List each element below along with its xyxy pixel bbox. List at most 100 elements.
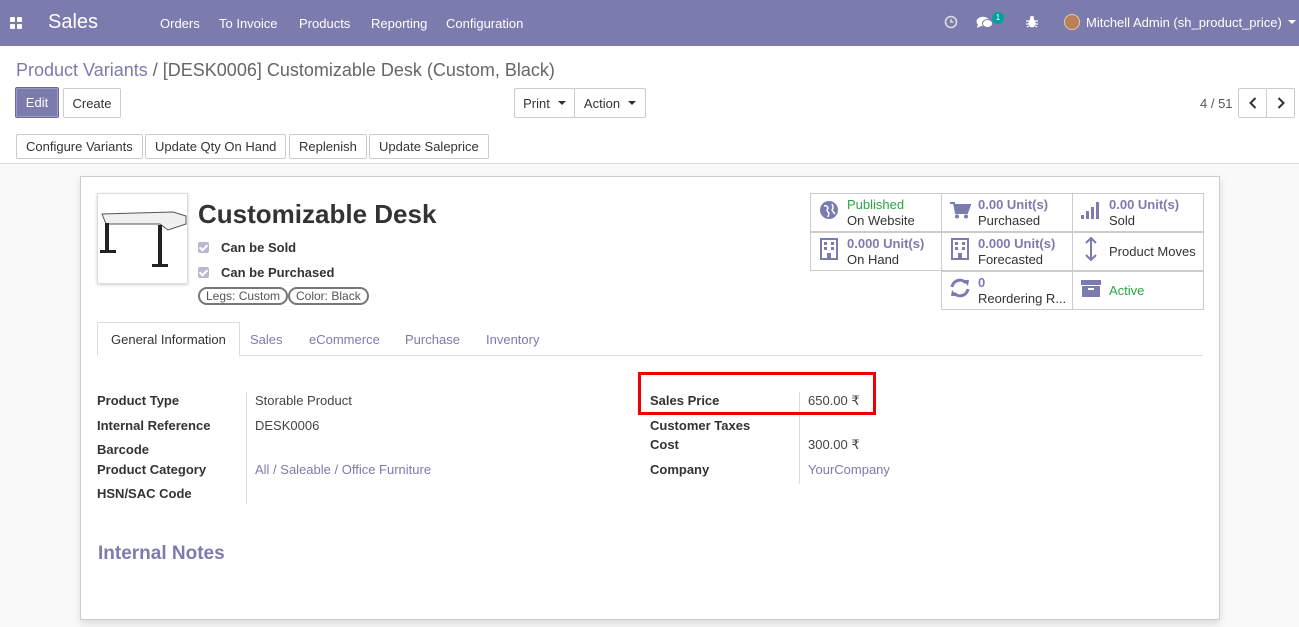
print-dropdown[interactable]: Print: [514, 88, 575, 118]
signal-icon: [1073, 200, 1109, 226]
attribute-tag-color: Color: Black: [288, 287, 369, 305]
notebook-tabs: General Information Sales eCommerce Purc…: [97, 322, 1203, 357]
published-value: Published: [847, 196, 905, 212]
avatar: [1064, 14, 1080, 30]
pager-value: 4 / 51: [1200, 96, 1233, 111]
update-saleprice-button[interactable]: Update Saleprice: [369, 134, 489, 159]
product-type-label: Product Type: [97, 393, 180, 408]
checkbox-checked-icon: [198, 267, 209, 278]
product-category-value[interactable]: All / Saleable / Office Furniture: [255, 462, 431, 477]
user-name: Mitchell Admin (sh_product_price): [1086, 14, 1282, 30]
field-separator: [246, 392, 247, 504]
tab-general-information[interactable]: General Information: [97, 322, 240, 357]
action-dropdown[interactable]: Action: [574, 88, 646, 118]
smart-button-reordering[interactable]: 0 Reordering R...: [941, 271, 1073, 310]
breadcrumb: Product Variants / [DESK0006] Customizab…: [16, 60, 555, 81]
attribute-tag-legs: Legs: Custom: [198, 287, 289, 305]
tab-purchase[interactable]: Purchase: [392, 322, 473, 356]
can-be-sold-checkbox[interactable]: Can be Sold: [198, 240, 296, 255]
menu-configuration[interactable]: Configuration: [446, 16, 523, 31]
smart-button-forecasted[interactable]: 0.000 Unit(s) Forecasted: [941, 232, 1073, 271]
hsn-code-label: HSN/SAC Code: [97, 486, 192, 501]
smart-button-on-hand[interactable]: 0.000 Unit(s) On Hand: [810, 232, 942, 271]
top-navbar: Sales Orders To Invoice Products Reporti…: [0, 0, 1299, 46]
refresh-icon: [942, 278, 978, 304]
bug-icon[interactable]: [1026, 15, 1038, 29]
internal-reference-label: Internal Reference: [97, 418, 211, 433]
print-label: Print: [523, 95, 550, 111]
globe-icon: [811, 200, 847, 226]
purchased-value: 0.00 Unit(s): [978, 196, 1049, 212]
cost-value[interactable]: 300.00 ₹: [808, 437, 860, 453]
smart-button-active[interactable]: Active: [1072, 271, 1204, 310]
chevron-right-icon: [1277, 97, 1285, 109]
menu-reporting[interactable]: Reporting: [371, 16, 427, 31]
company-label: Company: [650, 462, 710, 477]
control-panel: Product Variants / [DESK0006] Customizab…: [0, 46, 1299, 164]
menu-products[interactable]: Products: [299, 16, 350, 31]
on-hand-value: 0.000 Unit(s): [847, 235, 925, 251]
product-image[interactable]: [97, 193, 188, 284]
cost-label: Cost: [650, 437, 679, 452]
archive-icon: [1073, 278, 1109, 304]
smart-button-sold[interactable]: 0.00 Unit(s) Sold: [1072, 193, 1204, 232]
tab-ecommerce[interactable]: eCommerce: [296, 322, 393, 356]
pager-next-button[interactable]: [1266, 88, 1295, 118]
updown-arrow-icon: [1073, 236, 1109, 267]
form-sheet: Customizable Desk Can be Sold Can be Pur…: [80, 176, 1220, 620]
smart-button-product-moves[interactable]: Product Moves: [1072, 232, 1204, 271]
active-label: Active: [1109, 282, 1145, 298]
breadcrumb-current: [DESK0006] Customizable Desk (Custom, Bl…: [162, 60, 555, 80]
menu-orders[interactable]: Orders: [160, 16, 200, 31]
breadcrumb-separator: /: [152, 60, 158, 80]
product-moves-label: Product Moves: [1109, 243, 1196, 259]
can-be-purchased-checkbox[interactable]: Can be Purchased: [198, 265, 334, 280]
can-be-sold-label: Can be Sold: [221, 240, 297, 255]
customer-taxes-label: Customer Taxes: [650, 418, 751, 433]
sold-value: 0.00 Unit(s): [1109, 196, 1180, 212]
tab-inventory[interactable]: Inventory: [473, 322, 552, 356]
sales-price-highlight-box: [638, 372, 876, 415]
forecasted-value: 0.000 Unit(s): [978, 235, 1056, 251]
apps-grid-icon[interactable]: [10, 17, 22, 29]
barcode-label: Barcode: [97, 442, 150, 457]
tab-sales[interactable]: Sales: [237, 322, 296, 356]
create-button[interactable]: Create: [63, 88, 121, 118]
internal-notes-title: Internal Notes: [98, 543, 225, 564]
on-hand-label: On Hand: [847, 251, 900, 267]
product-type-value[interactable]: Storable Product: [255, 393, 352, 408]
chevron-down-icon: [1287, 20, 1296, 24]
published-label: On Website: [847, 212, 915, 228]
update-qty-button[interactable]: Update Qty On Hand: [145, 134, 287, 159]
pager-previous-button[interactable]: [1238, 88, 1267, 118]
smart-button-published[interactable]: Published On Website: [810, 193, 942, 232]
sold-label: Sold: [1109, 212, 1136, 228]
building-icon: [942, 237, 978, 266]
caret-down-icon: [557, 101, 566, 105]
configure-variants-button[interactable]: Configure Variants: [16, 134, 143, 159]
app-name[interactable]: Sales: [48, 11, 98, 34]
smart-button-purchased[interactable]: 0.00 Unit(s) Purchased: [941, 193, 1073, 232]
desk-image: [100, 211, 187, 267]
chat-icon[interactable]: [976, 16, 993, 29]
user-menu[interactable]: Mitchell Admin (sh_product_price): [1064, 14, 1296, 30]
chevron-left-icon: [1248, 97, 1256, 109]
caret-down-icon: [628, 101, 637, 105]
action-label: Action: [583, 95, 621, 111]
checkbox-checked-icon: [198, 242, 209, 253]
reordering-label: Reordering R...: [978, 290, 1067, 306]
reordering-value: 0: [978, 274, 986, 290]
product-category-label: Product Category: [97, 462, 207, 477]
internal-reference-value[interactable]: DESK0006: [255, 418, 319, 433]
chat-count-badge: 1: [992, 12, 1004, 24]
clock-icon[interactable]: [944, 15, 958, 29]
product-name: Customizable Desk: [198, 199, 437, 229]
breadcrumb-parent[interactable]: Product Variants: [16, 60, 148, 80]
can-be-purchased-label: Can be Purchased: [221, 265, 335, 280]
replenish-button[interactable]: Replenish: [289, 134, 367, 159]
edit-button[interactable]: Edit: [15, 87, 59, 118]
company-value[interactable]: YourCompany: [808, 462, 890, 477]
purchased-label: Purchased: [978, 212, 1041, 228]
building-icon: [811, 237, 847, 266]
menu-to-invoice[interactable]: To Invoice: [219, 16, 278, 31]
